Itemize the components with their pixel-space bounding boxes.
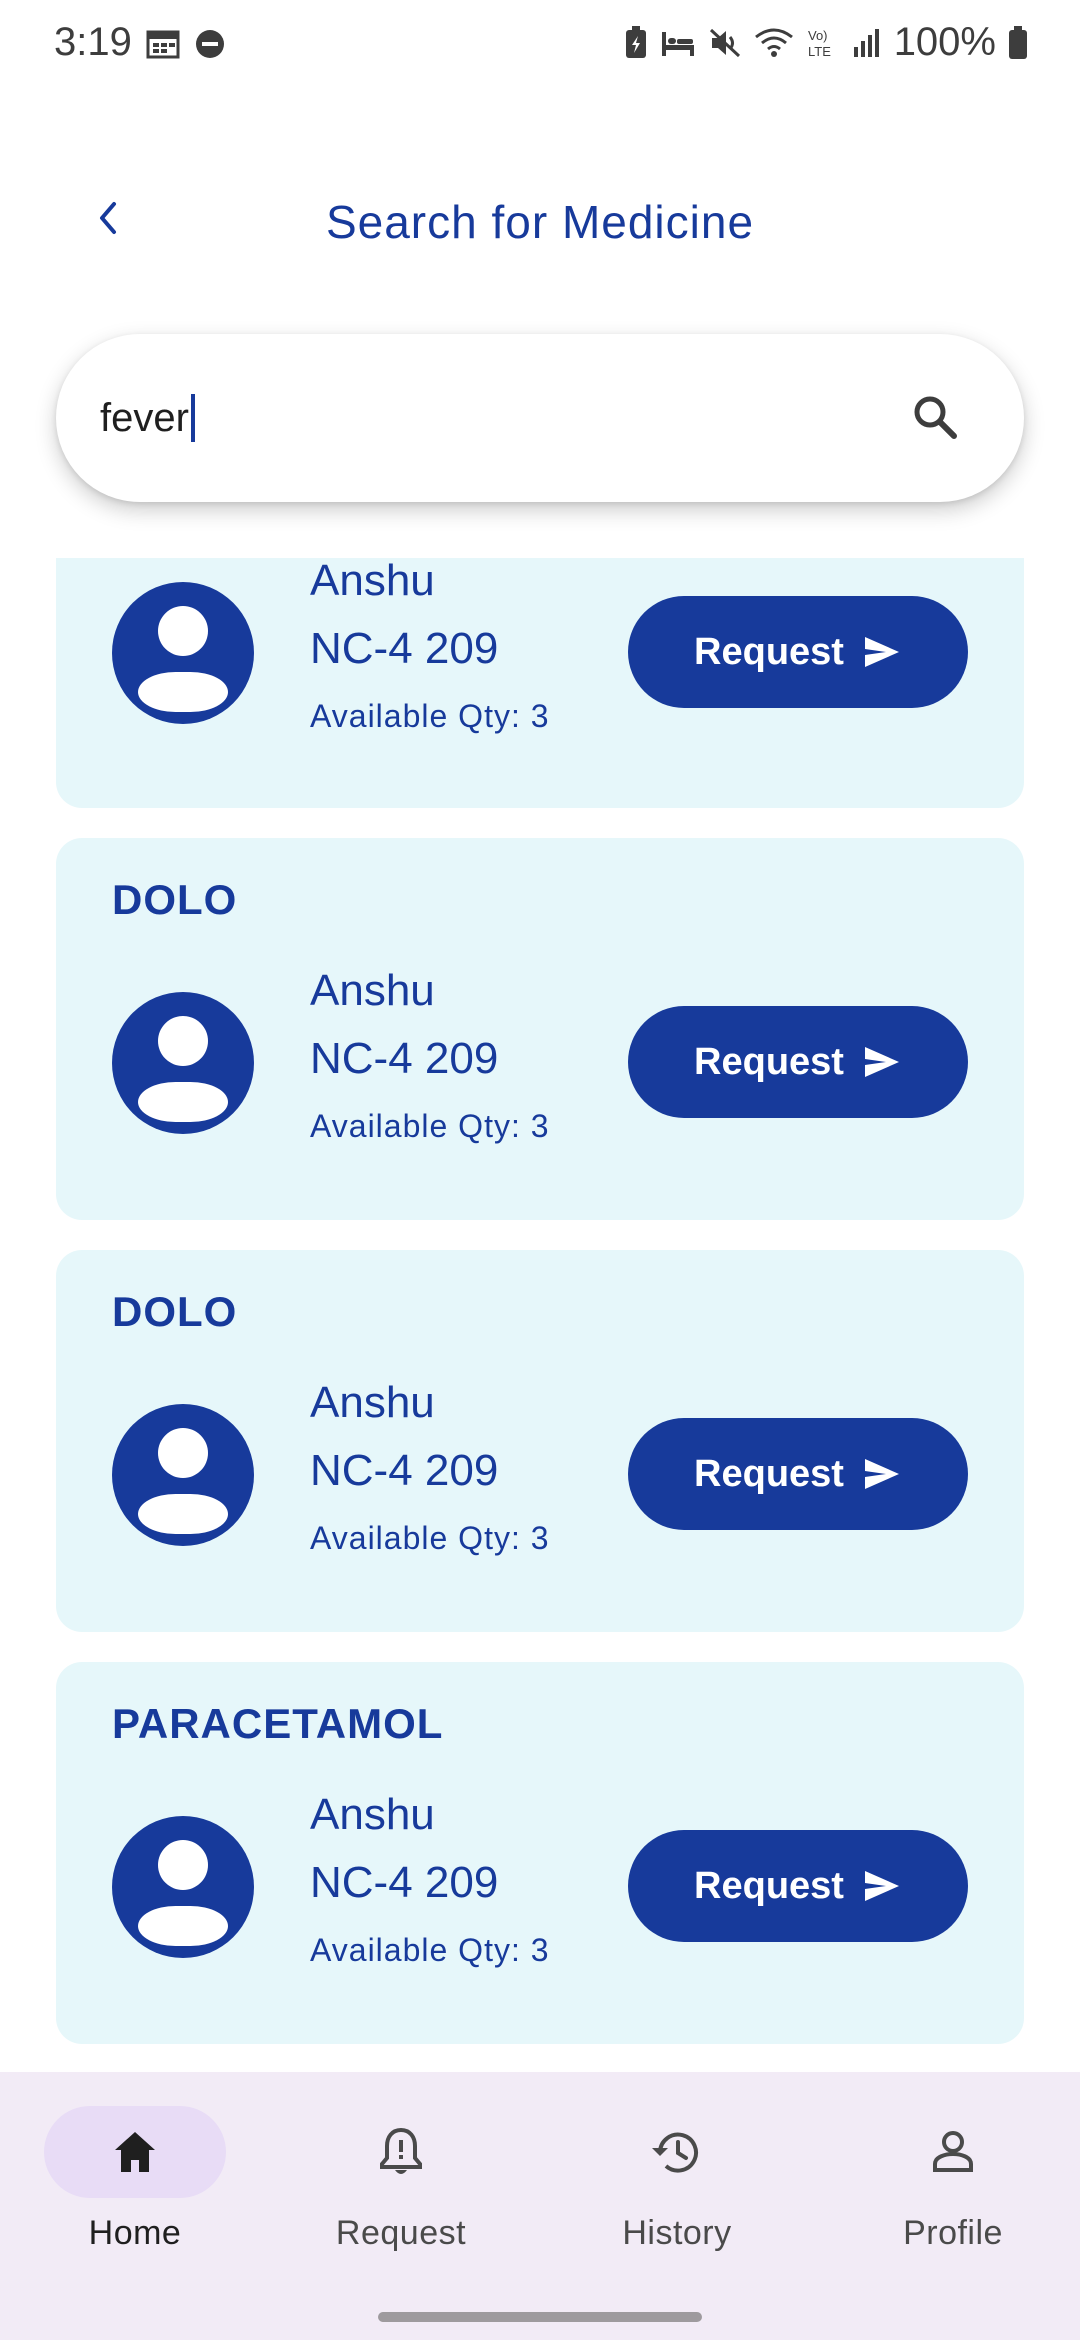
seller-room: NC-4 209: [310, 1858, 499, 1907]
send-icon: [864, 1871, 899, 1901]
svg-text:LTE: LTE: [808, 44, 831, 59]
battery-percent: 100%: [893, 20, 996, 64]
status-time: 3:19: [54, 20, 132, 64]
search-box[interactable]: fever: [56, 334, 1024, 502]
available-qty: Available Qty: 3: [310, 1520, 550, 1556]
nav-item-request[interactable]: Request: [266, 2106, 536, 2266]
nav-label-home: Home: [88, 2214, 182, 2252]
battery-icon: [1009, 25, 1027, 59]
search-input[interactable]: fever: [100, 388, 195, 448]
search-button[interactable]: [906, 388, 966, 448]
nav-item-history[interactable]: History: [542, 2106, 812, 2266]
nav-item-profile[interactable]: Profile: [818, 2106, 1080, 2266]
bottom-nav: Home Request History Profile: [0, 2072, 1080, 2340]
home-indicator[interactable]: [378, 2312, 702, 2322]
nav-label-history: History: [622, 2214, 732, 2252]
send-icon: [864, 1459, 899, 1489]
send-icon: [864, 637, 899, 667]
bed-icon: [661, 31, 694, 56]
request-button-label: Request: [694, 1452, 844, 1495]
history-icon: [652, 2132, 698, 2173]
results-list[interactable]: Anshu NC-4 209 Available Qty: 3 Request …: [56, 558, 1024, 2058]
medicine-card: PARACETAMOL Anshu NC-4 209 Available Qty…: [56, 1662, 1024, 2044]
avatar: [112, 582, 254, 724]
request-button-label: Request: [694, 1040, 844, 1083]
medicine-name: DOLO: [112, 876, 238, 923]
signal-icon: [853, 28, 879, 57]
search-icon: [914, 396, 957, 439]
avatar: [112, 992, 254, 1134]
seller-room: NC-4 209: [310, 624, 499, 673]
home-icon: [115, 2132, 155, 2172]
medicine-card: DOLO Anshu NC-4 209 Available Qty: 3 Req…: [56, 838, 1024, 1220]
request-button[interactable]: Request: [628, 1006, 968, 1118]
seller-room: NC-4 209: [310, 1034, 499, 1083]
bell-icon: [380, 2127, 422, 2174]
do-not-disturb-icon: [196, 30, 224, 58]
status-left-icons: [146, 28, 226, 60]
nav-active-indicator: [44, 2106, 226, 2198]
nav-item-home[interactable]: Home: [0, 2106, 270, 2266]
medicine-name: DOLO: [112, 1288, 238, 1335]
medicine-card: Anshu NC-4 209 Available Qty: 3 Request: [56, 558, 1024, 808]
seller-name: Anshu: [310, 558, 435, 605]
nav-label-request: Request: [335, 2214, 467, 2252]
medicine-name: PARACETAMOL: [112, 1700, 444, 1747]
seller-name: Anshu: [310, 1790, 435, 1839]
request-button[interactable]: Request: [628, 1830, 968, 1942]
avatar: [112, 1816, 254, 1958]
request-button[interactable]: Request: [628, 596, 968, 708]
calendar-icon: [146, 30, 180, 59]
available-qty: Available Qty: 3: [310, 698, 550, 734]
medicine-card: DOLO Anshu NC-4 209 Available Qty: 3 Req…: [56, 1250, 1024, 1632]
search-input-value: fever: [100, 395, 189, 440]
nav-label-profile: Profile: [903, 2214, 1003, 2252]
request-button[interactable]: Request: [628, 1418, 968, 1530]
send-icon: [864, 1047, 899, 1077]
volte-icon: Vo) LTE: [808, 28, 831, 59]
page-title: Search for Medicine: [325, 196, 755, 248]
text-cursor: [190, 394, 195, 442]
seller-name: Anshu: [310, 966, 435, 1015]
mute-icon: [709, 28, 740, 57]
seller-name: Anshu: [310, 1378, 435, 1427]
wifi-icon: [754, 28, 793, 57]
request-button-label: Request: [694, 1864, 844, 1907]
available-qty: Available Qty: 3: [310, 1108, 550, 1144]
person-icon: [933, 2131, 973, 2172]
available-qty: Available Qty: 3: [310, 1932, 550, 1968]
svg-text:Vo): Vo): [808, 28, 828, 43]
avatar: [112, 1404, 254, 1546]
battery-saver-icon: [625, 25, 646, 58]
status-bar: 3:19 Vo) LTE 100%: [0, 0, 1080, 90]
request-button-label: Request: [694, 630, 844, 673]
status-right-icons: Vo) LTE 100%: [624, 20, 1028, 65]
seller-room: NC-4 209: [310, 1446, 499, 1495]
